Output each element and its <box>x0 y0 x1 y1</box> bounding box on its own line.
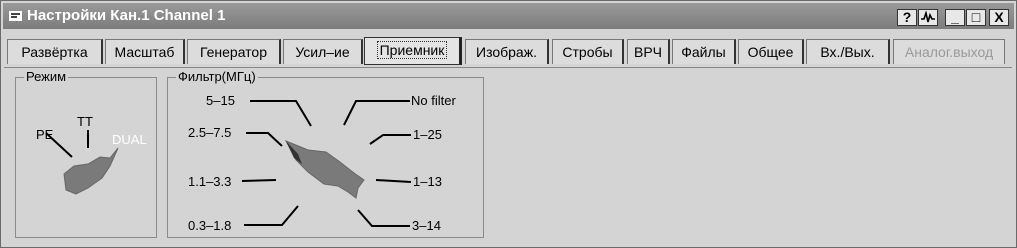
close-button[interactable]: X <box>989 9 1009 26</box>
mode-selector-knob[interactable] <box>16 78 158 239</box>
filter-tick-no-filter <box>343 100 410 126</box>
tab-analog-vykhod: Аналог.выход <box>893 39 1005 64</box>
tab-razvertka[interactable]: Развёртка <box>7 39 103 64</box>
settings-window: Настройки Кан.1 Channel 1 ? _ □ X Развёр… <box>0 0 1017 248</box>
mode-knob-pointer <box>63 147 119 195</box>
minimize-button[interactable]: _ <box>945 9 965 26</box>
tab-masshtab[interactable]: Масштаб <box>105 39 185 64</box>
app-icon <box>9 11 22 21</box>
filter-option-no-filter[interactable]: No filter <box>411 93 456 108</box>
pulse-icon <box>921 10 935 23</box>
filter-tick-1-1-3-3 <box>241 179 277 182</box>
filter-tick-1-25 <box>369 134 411 145</box>
window-title: Настройки Кан.1 Channel 1 <box>27 7 226 24</box>
tab-vkh-vykh[interactable]: Вх./Вых. <box>806 39 890 64</box>
help-button[interactable]: ? <box>897 9 917 26</box>
tab-vrch[interactable]: ВРЧ <box>627 39 670 64</box>
tab-content-priemnik: Режим PE TT DUAL Фильтр(МГц) 5–15 2.5–7.… <box>4 67 1012 244</box>
filter-option-5-15[interactable]: 5–15 <box>206 93 235 108</box>
title-bar[interactable]: Настройки Кан.1 Channel 1 ? _ □ X <box>3 3 1014 29</box>
mode-group: Режим PE TT DUAL <box>15 69 158 239</box>
tab-stroby[interactable]: Стробы <box>552 39 624 64</box>
filter-option-1-13[interactable]: 1–13 <box>413 174 442 189</box>
filter-option-1-25[interactable]: 1–25 <box>413 127 442 142</box>
filter-group: Фильтр(МГц) 5–15 2.5–7.5 1.1–3.3 0.3–1.8… <box>167 69 484 238</box>
filter-tick-2-5-7-5 <box>246 132 283 147</box>
filter-knob-pointer <box>284 140 365 199</box>
signal-icon-button[interactable] <box>918 9 938 26</box>
mode-option-tt[interactable]: TT <box>77 114 93 129</box>
tab-faily[interactable]: Файлы <box>672 39 736 64</box>
tab-bar: Развёртка Масштаб Генератор Усил–ие Прие… <box>1 37 1016 67</box>
maximize-button[interactable]: □ <box>966 9 986 26</box>
mode-option-pe[interactable]: PE <box>36 127 53 142</box>
filter-tick-1-13 <box>375 179 412 183</box>
tab-obshchee[interactable]: Общее <box>738 39 804 64</box>
filter-option-0-3-1-8[interactable]: 0.3–1.8 <box>188 218 231 233</box>
filter-tick-3-14 <box>357 209 410 227</box>
tab-izobrazh[interactable]: Изображ. <box>465 39 549 64</box>
tab-usilenie[interactable]: Усил–ие <box>283 39 363 64</box>
filter-tick-0-3-1-8 <box>244 205 299 226</box>
filter-option-3-14[interactable]: 3–14 <box>412 218 441 233</box>
mode-option-dual[interactable]: DUAL <box>112 132 147 147</box>
filter-option-2-5-7-5[interactable]: 2.5–7.5 <box>188 125 231 140</box>
filter-option-1-1-3-3[interactable]: 1.1–3.3 <box>188 174 231 189</box>
filter-tick-5-15 <box>250 100 312 127</box>
tab-priemnik[interactable]: Приемник <box>364 37 462 65</box>
tab-generator[interactable]: Генератор <box>187 39 281 64</box>
